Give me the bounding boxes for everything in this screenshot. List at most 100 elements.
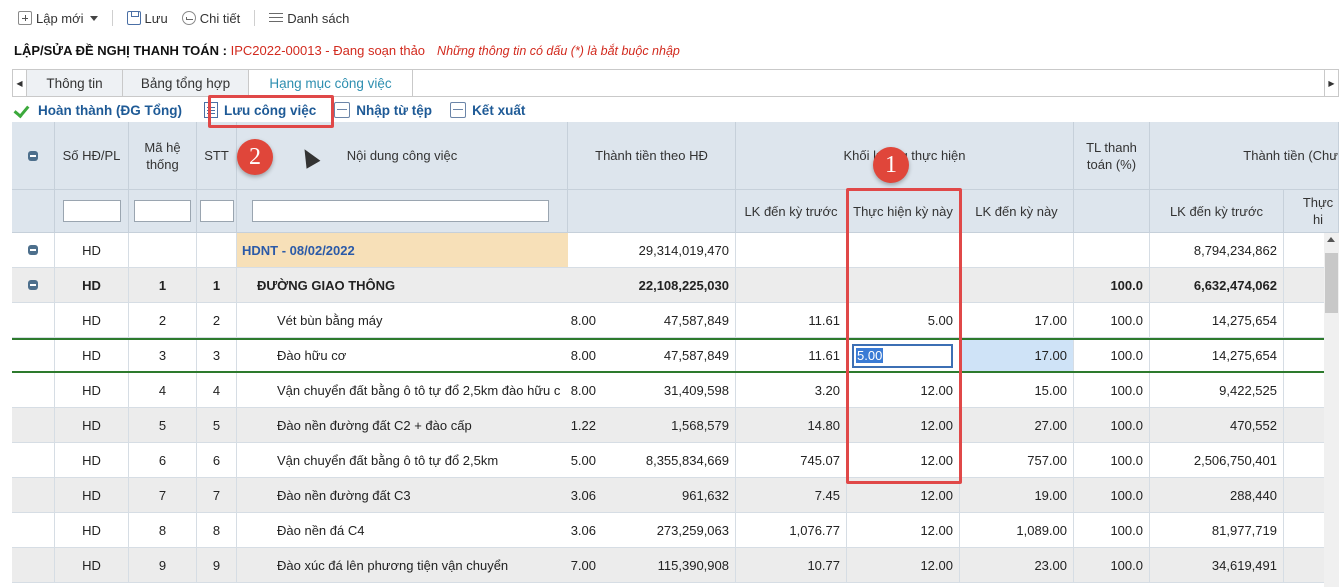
top-toolbar: Lập mới Lưu Chi tiết Danh sách xyxy=(0,0,1339,36)
cell-ratio: 100.0 xyxy=(1074,408,1150,442)
filter-stt-input[interactable] xyxy=(199,200,234,222)
cell-content: Đào nền đường đất C2 + đào cấp xyxy=(277,417,472,433)
table-row[interactable]: HD 2 2 Vét bùn bằng máy 8.00 47,587,849 11.61 5… xyxy=(12,303,1339,338)
list-button[interactable]: Danh sách xyxy=(265,9,353,28)
cell-accum: 17.00 xyxy=(960,303,1074,337)
header-system-code: Mã hệ thống xyxy=(129,122,197,190)
cell-prev: 10.77 xyxy=(736,548,847,582)
cell-stt: 1 xyxy=(197,268,237,302)
cell-amount: 22,108,225,030 xyxy=(596,268,736,302)
expand-all-header[interactable] xyxy=(12,122,55,190)
toolbar-divider xyxy=(111,10,113,26)
header-prev-accum: LK đến kỳ trước xyxy=(736,190,847,233)
complete-label: Hoàn thành (ĐG Tổng) xyxy=(38,102,182,118)
row-expander-cell xyxy=(12,548,55,582)
row-expander-cell xyxy=(12,303,55,337)
import-button[interactable]: Nhập từ tệp xyxy=(334,102,432,118)
header-amount-prev-accum: LK đến kỳ trước xyxy=(1150,190,1284,233)
complete-button[interactable]: Hoàn thành (ĐG Tổng) xyxy=(14,103,182,118)
header-contract: Số HĐ/PL xyxy=(55,122,129,190)
tab-work-items[interactable]: Hạng mục công việc xyxy=(249,70,413,96)
cell-contract: HD xyxy=(55,303,129,337)
cell-content: Đào nền đá C4 xyxy=(277,522,365,538)
table-row[interactable]: HD 8 8 Đào nền đá C4 3.06 273,259,063 1,076.77… xyxy=(12,513,1339,548)
cell-ratio: 100.0 xyxy=(1074,303,1150,337)
header-accum-now: LK đến kỳ này xyxy=(960,190,1074,233)
cell-quantity: 5.00 xyxy=(570,452,596,468)
cell-amount: 29,314,019,470 xyxy=(596,233,736,267)
cell-code: 4 xyxy=(129,373,197,407)
cell-amount: 8,355,834,669 xyxy=(596,443,736,477)
table-row[interactable]: HD 1 1 ĐƯỜNG GIAO THÔNG 22,108,225,030 100.0 6… xyxy=(12,268,1339,303)
cell-amount: 115,390,908 xyxy=(596,548,736,582)
cell-content: Vét bùn bằng máy xyxy=(277,312,383,328)
cell-code: 9 xyxy=(129,548,197,582)
collapse-icon[interactable] xyxy=(28,245,38,255)
table-row[interactable]: HD 3 3 Đào hữu cơ 8.00 47,587,849 11.61 5.00 17.… xyxy=(12,338,1339,373)
filter-cell-contract xyxy=(55,190,129,233)
scroll-up-icon[interactable] xyxy=(1327,237,1335,242)
table-row[interactable]: HD 5 5 Đào nền đường đất C2 + đào cấp 1.22 1,… xyxy=(12,408,1339,443)
collapse-icon[interactable] xyxy=(28,280,38,290)
cell-quantity: 8.00 xyxy=(570,312,596,328)
save-button[interactable]: Lưu xyxy=(123,9,172,28)
cell-accum: 1,089.00 xyxy=(960,513,1074,547)
cell-code: 5 xyxy=(129,408,197,442)
cell-amount: 1,568,579 xyxy=(596,408,736,442)
work-items-grid: Số HĐ/PL Mã hệ thống STT Nội dung công v… xyxy=(12,122,1339,587)
cell-amount: 47,587,849 xyxy=(596,303,736,337)
cell-accum: 757.00 xyxy=(960,443,1074,477)
title-code-status: IPC2022-00013 - Đang soạn thảo xyxy=(230,43,426,58)
detail-button[interactable]: Chi tiết xyxy=(178,9,244,28)
cell-code: 6 xyxy=(129,443,197,477)
cell-amt-prev: 14,275,654 xyxy=(1150,303,1284,337)
cell-ratio: 100.0 xyxy=(1074,373,1150,407)
vertical-scrollbar[interactable] xyxy=(1324,233,1339,587)
toolbar-divider xyxy=(254,10,256,26)
export-button[interactable]: Kết xuất xyxy=(450,102,525,118)
cell-content: Vận chuyển đất bằng ô tô tự đổ 2,5km xyxy=(277,452,499,468)
cell-code: 1 xyxy=(129,268,197,302)
cell-now: 12.00 xyxy=(847,548,960,582)
header-content: Nội dung công việc xyxy=(237,122,568,190)
cell-now: 12.00 xyxy=(847,513,960,547)
cell-amt-prev: 81,977,719 xyxy=(1150,513,1284,547)
cell-amount: 273,259,063 xyxy=(596,513,736,547)
cell-accum xyxy=(960,233,1074,267)
cell-contract: HD xyxy=(55,513,129,547)
new-label: Lập mới xyxy=(36,10,84,26)
table-row[interactable]: HD HDNT - 08/02/2022 29,314,019,470 8,794,2… xyxy=(12,233,1339,268)
cell-contract: HD xyxy=(55,340,129,371)
filter-contract-input[interactable] xyxy=(62,200,121,222)
cell-amount: 31,409,598 xyxy=(596,373,736,407)
cell-ratio: 100.0 xyxy=(1074,340,1150,371)
tab-scroll-left-icon[interactable]: ◀ xyxy=(13,70,27,96)
tab-scroll-right-icon[interactable]: ▶ xyxy=(1324,70,1338,96)
cell-ratio: 100.0 xyxy=(1074,443,1150,477)
cell-code: 8 xyxy=(129,513,197,547)
cell-prev: 1,076.77 xyxy=(736,513,847,547)
cell-amt-prev: 8,794,234,862 xyxy=(1150,233,1284,267)
cell-accum: 19.00 xyxy=(960,478,1074,512)
filter-content-input[interactable] xyxy=(252,200,549,222)
filter-code-input[interactable] xyxy=(134,200,191,222)
new-button[interactable]: Lập mới xyxy=(14,9,102,28)
cell-prev xyxy=(736,268,847,302)
cell-stt: 2 xyxy=(197,303,237,337)
table-row[interactable]: HD 9 9 Đào xúc đá lên phương tiện vận chuyể… xyxy=(12,548,1339,583)
cell-contract: HD xyxy=(55,548,129,582)
cell-contract: HD xyxy=(55,373,129,407)
cell-content: ĐƯỜNG GIAO THÔNG xyxy=(257,277,396,293)
scroll-thumb[interactable] xyxy=(1325,253,1338,313)
cell-ratio: 100.0 xyxy=(1074,478,1150,512)
floppy-icon xyxy=(126,11,141,25)
row-expander-cell xyxy=(12,478,55,512)
tab-summary[interactable]: Bảng tổng hợp xyxy=(123,70,249,96)
highlight-save-work xyxy=(208,95,334,128)
export-icon xyxy=(450,102,467,118)
cell-prev: 11.61 xyxy=(736,303,847,337)
table-row[interactable]: HD 6 6 Vận chuyển đất bằng ô tô tự đổ 2,5km… xyxy=(12,443,1339,478)
table-row[interactable]: HD 7 7 Đào nền đường đất C3 3.06 961,632 7.45 1… xyxy=(12,478,1339,513)
tab-info[interactable]: Thông tin xyxy=(27,70,123,96)
table-row[interactable]: HD 4 4 Vận chuyển đất bằng ô tô tự đổ 2,5km… xyxy=(12,373,1339,408)
